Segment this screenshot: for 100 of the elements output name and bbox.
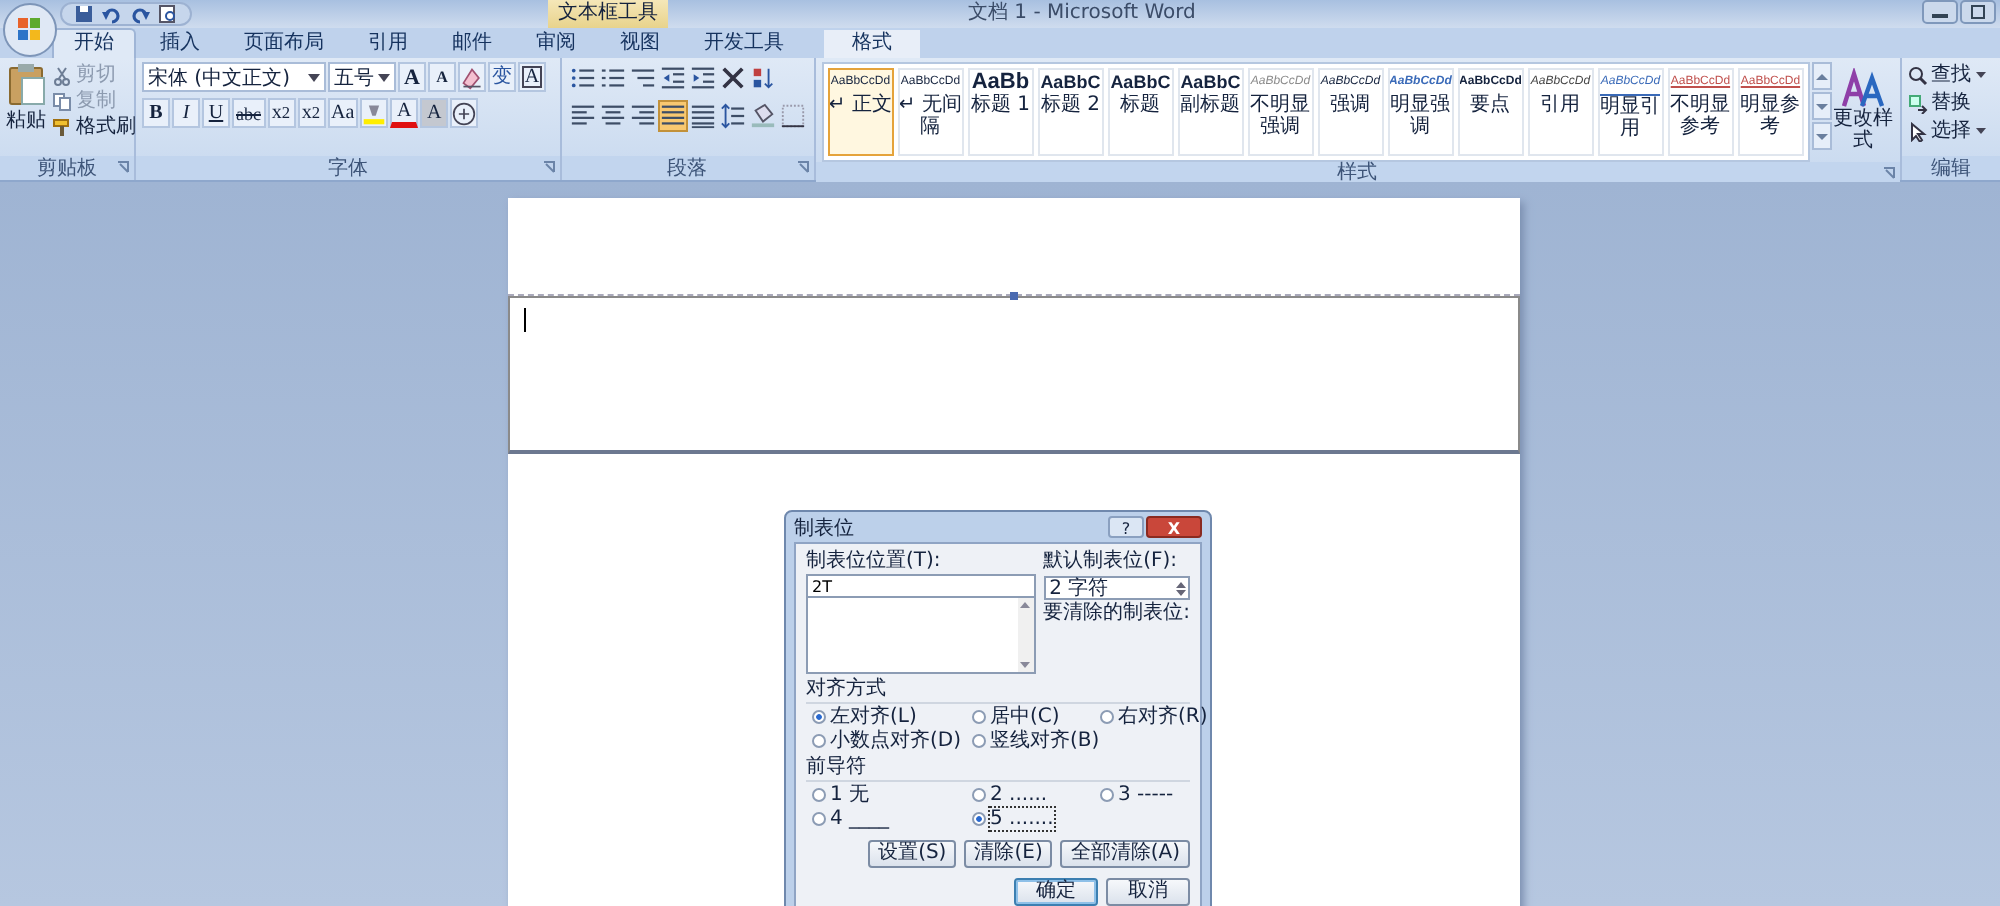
font-format-button[interactable]: A	[420, 98, 449, 128]
ribbon-tab[interactable]: 页面布局	[224, 30, 344, 58]
editing-command[interactable]: 选择	[1907, 118, 1986, 144]
radio-option[interactable]: 3 -----	[1100, 784, 1190, 806]
paragraph-button[interactable]	[747, 100, 778, 132]
redo-icon	[130, 4, 150, 24]
radio-button[interactable]	[812, 812, 826, 826]
radio-option[interactable]: 竖线对齐(B)	[972, 730, 1100, 752]
paragraph-button[interactable]	[657, 100, 688, 132]
dropdown-icon	[308, 73, 320, 81]
group-label: 剪贴板	[37, 157, 97, 179]
font-format-button[interactable]: B	[142, 98, 170, 128]
radio-option[interactable]: 左对齐(L)	[812, 706, 972, 728]
bullet-list-icon	[569, 64, 596, 92]
scrollbar[interactable]	[1017, 598, 1034, 672]
tab-position-list[interactable]	[806, 598, 1036, 674]
ribbon-tab[interactable]: 视图	[600, 30, 680, 58]
text-cursor	[524, 308, 526, 332]
font-format-button[interactable]: 变	[488, 62, 516, 92]
eraser-icon	[460, 65, 484, 89]
spinner-arrows-icon	[1174, 579, 1188, 597]
radio-button[interactable]	[972, 734, 986, 748]
ribbon-tab[interactable]: 邮件	[432, 30, 512, 58]
radio-button[interactable]	[972, 788, 986, 802]
ribbon-tab[interactable]: 审阅	[516, 30, 596, 58]
distributed-icon	[689, 102, 716, 130]
group-label: 样式	[1337, 162, 1378, 184]
dialog-launcher-icon	[541, 160, 556, 174]
dialog-button[interactable]: 设置(S)	[868, 840, 957, 868]
paste-button[interactable]: 粘贴	[6, 62, 46, 134]
close-button[interactable]: X	[1146, 516, 1202, 538]
dropdown-icon	[378, 73, 390, 81]
radio-option[interactable]: 居中(C)	[972, 706, 1100, 728]
dialog-button[interactable]: 全部清除(A)	[1060, 840, 1190, 868]
radio-option[interactable]: 右对齐(R)	[1100, 706, 1208, 728]
paragraph-button[interactable]	[717, 100, 748, 132]
editing-command[interactable]: 查找	[1907, 62, 1986, 88]
font-format-button[interactable]: U	[202, 98, 230, 128]
dialog-title: 制表位	[794, 515, 854, 541]
replace-icon	[1907, 93, 1928, 113]
paragraph-button[interactable]	[687, 100, 718, 132]
paragraph-button[interactable]	[687, 62, 718, 94]
radio-option[interactable]: 2 ......	[972, 784, 1100, 806]
font-format-button[interactable]	[450, 98, 479, 128]
ribbon-tab[interactable]: 插入	[140, 30, 220, 58]
font-format-button[interactable]: I	[172, 98, 200, 128]
paragraph-button[interactable]	[657, 62, 688, 94]
font-size-field[interactable]: 五号	[328, 62, 396, 92]
radio-option[interactable]: 1 无	[812, 784, 972, 806]
radio-option[interactable]: 5 .......	[972, 808, 1100, 830]
radio-button[interactable]	[812, 788, 826, 802]
font-format-button[interactable]: A	[390, 98, 419, 128]
font-format-button[interactable]: A	[398, 62, 426, 92]
font-format-button[interactable]: abc	[232, 98, 265, 128]
ribbon-tab[interactable]: 格式	[824, 30, 920, 58]
editing-command[interactable]: 替换	[1907, 90, 1972, 116]
multilevel-list-icon	[629, 64, 656, 92]
radio-button[interactable]	[972, 710, 986, 724]
ribbon-tab[interactable]: 开发工具	[684, 30, 804, 58]
minimize-icon	[1922, 0, 1958, 24]
default-tab-spinner[interactable]: 2 字符	[1043, 576, 1190, 600]
text-box[interactable]	[508, 296, 1520, 454]
font-format-button[interactable]: Aa	[327, 98, 359, 128]
circled-character-icon	[452, 101, 477, 125]
gallery-scroll-button[interactable]	[1811, 92, 1832, 120]
ribbon-tab[interactable]: 引用	[348, 30, 428, 58]
dialog-button[interactable]: 清除(E)	[964, 840, 1053, 868]
change-styles-button[interactable]: 更改样式	[1833, 62, 1894, 152]
radio-button[interactable]	[812, 710, 826, 724]
radio-button[interactable]	[812, 734, 826, 748]
clipboard-icon	[6, 62, 46, 106]
font-name-field[interactable]: 宋体 (中文正文)	[142, 62, 326, 92]
ok-button[interactable]: 确定	[1014, 878, 1098, 906]
highlighter-icon	[362, 101, 387, 125]
window-title: 文档 1 - Microsoft Word	[968, 0, 1196, 28]
cancel-button[interactable]: 取消	[1106, 878, 1190, 906]
font-format-button[interactable]: A	[428, 62, 456, 92]
font-format-button[interactable]: A	[518, 62, 546, 92]
style-tile[interactable]: AaBbC 标题 2	[1037, 68, 1104, 156]
style-tile[interactable]: AaBbC 副标题	[1177, 68, 1244, 156]
help-button[interactable]: ?	[1108, 516, 1144, 538]
radio-button[interactable]	[1100, 788, 1114, 802]
style-tile[interactable]: AaBbC 标题	[1107, 68, 1174, 156]
clipboard-command[interactable]: 格式刷	[52, 114, 136, 140]
gallery-scroll-button[interactable]	[1811, 122, 1832, 150]
ribbon-tab[interactable]: 开始	[52, 28, 136, 58]
radio-button[interactable]	[972, 812, 986, 826]
radio-button[interactable]	[1100, 710, 1114, 724]
paragraph-button[interactable]	[777, 100, 808, 132]
dialog-launcher-icon	[116, 160, 130, 174]
radio-option[interactable]: 4 ____	[812, 808, 972, 830]
field-label: 制表位位置(T):	[806, 550, 943, 574]
dialog-launcher-icon	[1881, 166, 1896, 180]
radio-option[interactable]: 小数点对齐(D)	[812, 730, 972, 752]
tab-position-field[interactable]: 2T	[806, 574, 1036, 598]
decrease-indent-icon	[659, 64, 686, 92]
section-heading: 前导符	[806, 756, 1190, 782]
scroll-down-icon	[1020, 662, 1031, 668]
style-tile[interactable]: AaBb 标题 1	[967, 68, 1034, 156]
gallery-scroll-button[interactable]	[1811, 62, 1832, 90]
